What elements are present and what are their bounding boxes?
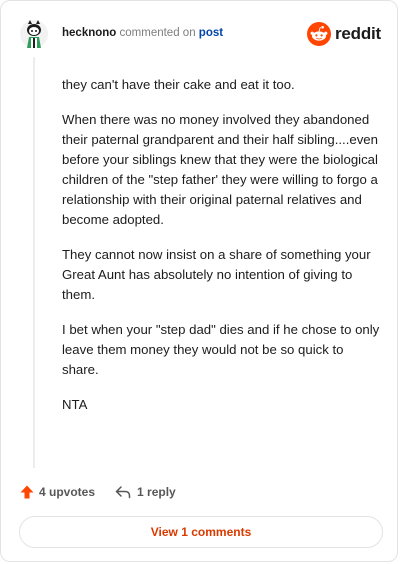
comment-paragraph: They cannot now insist on a share of som…: [62, 247, 371, 302]
comment-header: hecknono commented on post reddit: [19, 19, 381, 51]
post-link[interactable]: post: [199, 27, 223, 39]
comment-paragraph: NTA: [62, 397, 88, 412]
comment-actions: 4 upvotes 1 reply: [19, 481, 381, 503]
upvote-button[interactable]: 4 upvotes: [19, 484, 95, 500]
reddit-wordmark: reddit: [334, 24, 381, 43]
reply-count: 1 reply: [137, 485, 176, 499]
action-text: commented on: [119, 27, 196, 39]
comment-paragraph: I bet when your "step dad" dies and if h…: [62, 322, 380, 377]
reddit-snoo-icon: [306, 22, 331, 46]
comment-paragraph: they can't have their cake and eat it to…: [62, 77, 295, 92]
snoo-avatar-icon[interactable]: [19, 19, 49, 49]
reddit-logo[interactable]: reddit: [306, 21, 381, 47]
reply-arrow-icon: [115, 486, 131, 499]
upvote-count: 4 upvotes: [39, 485, 96, 499]
thread-line[interactable]: [33, 57, 35, 468]
upvote-arrow-icon: [20, 485, 34, 499]
comment-body: they can't have their cake and eat it to…: [62, 75, 382, 430]
comment-byline: hecknono commented on post: [62, 27, 223, 39]
username-link[interactable]: hecknono: [62, 27, 116, 39]
comment-card: hecknono commented on post reddit they c…: [0, 0, 398, 562]
view-comments-button[interactable]: View 1 comments: [19, 516, 383, 548]
reply-button[interactable]: 1 reply: [115, 485, 176, 499]
view-comments-label: View 1 comments: [150, 525, 252, 539]
comment-paragraph: When there was no money involved they ab…: [62, 112, 378, 227]
